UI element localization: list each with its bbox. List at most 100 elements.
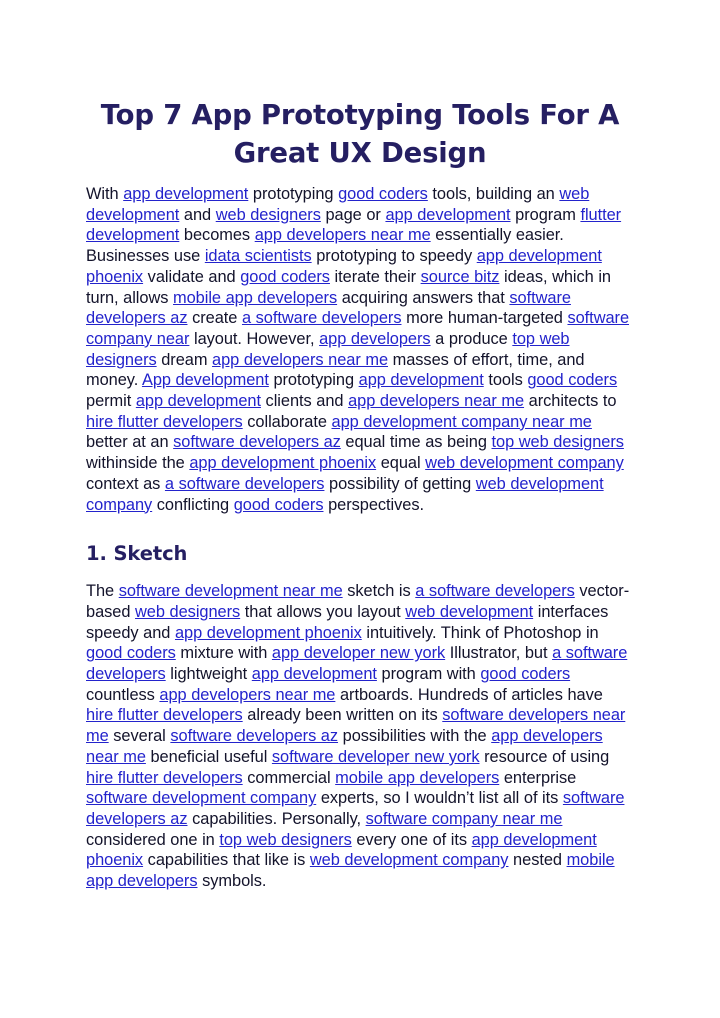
- body-text: equal time as being: [340, 433, 492, 452]
- body-text: enterprise: [499, 768, 577, 787]
- inline-link[interactable]: app development: [136, 392, 261, 410]
- inline-link[interactable]: web designers: [216, 206, 321, 224]
- body-text: experts, so I wouldn’t list all of its: [316, 789, 563, 808]
- body-text: intuitively. Think of Photoshop in: [361, 623, 599, 642]
- body-text: several: [108, 727, 171, 746]
- inline-link[interactable]: a software developers: [242, 309, 402, 327]
- inline-link[interactable]: app development phoenix: [189, 454, 376, 472]
- body-text: resource of using: [479, 747, 610, 766]
- inline-link[interactable]: good coders: [527, 371, 617, 389]
- inline-link[interactable]: a software developers: [415, 582, 575, 600]
- document-content: Top 7 App Prototyping Tools For A Great …: [86, 96, 634, 892]
- inline-link[interactable]: app developer new york: [272, 644, 445, 662]
- inline-link[interactable]: software development company: [86, 789, 316, 807]
- body-text: acquiring answers that: [337, 288, 510, 307]
- body-text: every one of its: [351, 830, 472, 849]
- body-text: layout. However,: [189, 329, 320, 348]
- body-text: collaborate: [242, 412, 332, 431]
- inline-link[interactable]: web development company: [310, 851, 509, 869]
- body-text: beneficial useful: [145, 747, 272, 766]
- body-text: tools, building an: [427, 185, 560, 203]
- inline-link[interactable]: mobile app developers: [173, 289, 337, 307]
- inline-link[interactable]: app developers near me: [348, 392, 524, 410]
- body-text: context as: [86, 474, 165, 493]
- inline-link[interactable]: app development phoenix: [175, 624, 362, 642]
- body-text: tools: [483, 371, 528, 390]
- inline-link[interactable]: App development: [142, 371, 269, 389]
- inline-link[interactable]: web development company: [425, 454, 624, 472]
- body-text: a produce: [430, 329, 513, 348]
- inline-link[interactable]: app developers near me: [159, 686, 335, 704]
- body-text: more human-targeted: [401, 309, 568, 328]
- inline-link[interactable]: good coders: [480, 665, 570, 683]
- inline-link[interactable]: app development: [123, 185, 248, 203]
- inline-link[interactable]: software company near me: [366, 810, 563, 828]
- inline-link[interactable]: app development: [359, 371, 484, 389]
- inline-link[interactable]: software development near me: [119, 582, 343, 600]
- document-page: Top 7 App Prototyping Tools For A Great …: [0, 0, 720, 1018]
- inline-link[interactable]: source bitz: [421, 268, 500, 286]
- body-text: possibility of getting: [324, 474, 476, 493]
- body-text: considered one in: [86, 830, 220, 849]
- body-text: prototyping: [268, 371, 359, 390]
- body-text: Illustrator, but: [445, 644, 553, 663]
- body-text: perspectives.: [323, 495, 425, 514]
- body-text: sketch is: [342, 582, 416, 601]
- body-text: iterate their: [329, 267, 421, 286]
- inline-link[interactable]: good coders: [240, 268, 330, 286]
- body-text: symbols.: [197, 872, 267, 891]
- body-text: becomes: [179, 226, 255, 245]
- body-text: and: [179, 205, 216, 224]
- body-text: mixture with: [175, 644, 272, 663]
- body-text: withinside the: [86, 454, 190, 473]
- body-text: clients and: [260, 392, 349, 411]
- body-text: page or: [320, 205, 386, 224]
- body-text: better at an: [86, 433, 174, 452]
- body-text: permit: [86, 392, 136, 411]
- inline-link[interactable]: a software developers: [165, 475, 325, 493]
- body-text: possibilities with the: [338, 727, 492, 746]
- body-text: commercial: [242, 768, 336, 787]
- inline-link[interactable]: app development: [385, 206, 510, 224]
- inline-link[interactable]: good coders: [338, 185, 428, 203]
- body-text: capabilities. Personally,: [187, 809, 366, 828]
- body-text: prototyping: [248, 185, 339, 203]
- body-text: architects to: [524, 392, 617, 411]
- body-text: nested: [508, 851, 567, 870]
- inline-link[interactable]: app developers near me: [212, 351, 388, 369]
- body-text: program with: [376, 665, 481, 684]
- body-text: dream: [156, 350, 213, 369]
- inline-link[interactable]: web development: [405, 603, 533, 621]
- inline-link[interactable]: good coders: [86, 644, 176, 662]
- section-heading-sketch: 1. Sketch: [86, 542, 188, 566]
- body-text: artboards. Hundreds of articles have: [335, 685, 603, 704]
- body-text: The: [86, 582, 119, 601]
- inline-link[interactable]: idata scientists: [205, 247, 312, 265]
- body-text: lightweight: [165, 665, 252, 684]
- inline-link[interactable]: web designers: [135, 603, 240, 621]
- inline-link[interactable]: hire flutter developers: [86, 769, 243, 787]
- inline-link[interactable]: app developers near me: [255, 226, 431, 244]
- intro-paragraph: With app development prototyping good co…: [86, 184, 634, 515]
- inline-link[interactable]: top web designers: [492, 433, 624, 451]
- body-text: that allows you layout: [240, 602, 406, 621]
- inline-link[interactable]: hire flutter developers: [86, 413, 243, 431]
- inline-link[interactable]: software developers az: [173, 433, 341, 451]
- body-text: validate and: [143, 267, 241, 286]
- body-text: already been written on its: [242, 706, 443, 725]
- inline-link[interactable]: app development company near me: [332, 413, 592, 431]
- inline-link[interactable]: app development: [252, 665, 377, 683]
- body-text: program: [510, 205, 581, 224]
- body-text: capabilities that like is: [143, 851, 310, 870]
- inline-link[interactable]: good coders: [234, 496, 324, 514]
- body-text: prototyping to speedy: [311, 247, 477, 266]
- page-title: Top 7 App Prototyping Tools For A Great …: [100, 99, 620, 169]
- inline-link[interactable]: top web designers: [219, 831, 351, 849]
- body-text: create: [187, 309, 242, 328]
- inline-link[interactable]: app developers: [319, 330, 431, 348]
- inline-link[interactable]: software developers az: [170, 727, 338, 745]
- inline-link[interactable]: software developer new york: [272, 748, 480, 766]
- body-text: conflicting: [152, 495, 234, 514]
- inline-link[interactable]: mobile app developers: [335, 769, 499, 787]
- inline-link[interactable]: hire flutter developers: [86, 706, 243, 724]
